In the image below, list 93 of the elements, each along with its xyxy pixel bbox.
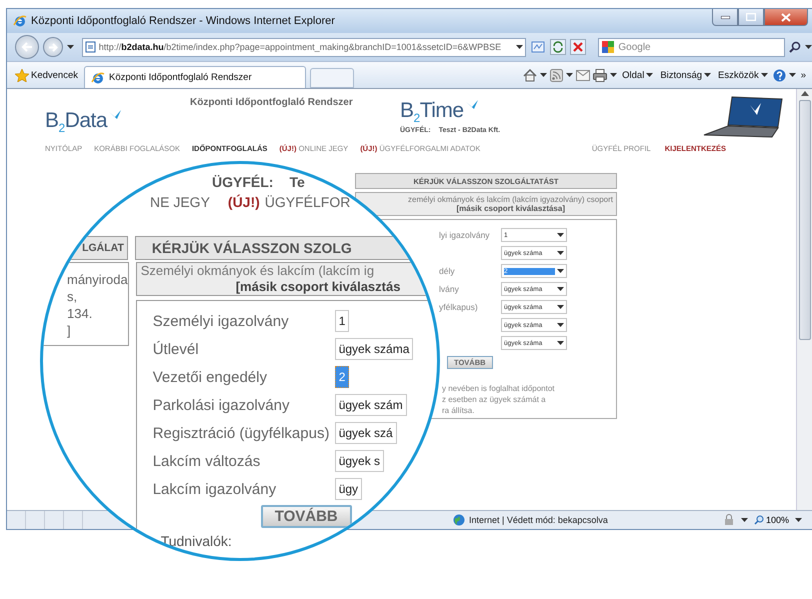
search-field[interactable]: Google <box>598 38 785 56</box>
close-icon[interactable] <box>570 39 586 55</box>
info-text: y nevében is foglalhat időpontot <box>442 383 556 394</box>
change-group-link[interactable]: [másik csoport kiválasztás <box>140 279 437 295</box>
service-label: Parkolási igazolvány <box>152 396 290 414</box>
help-icon[interactable] <box>772 68 786 82</box>
caret-icon[interactable] <box>540 73 548 77</box>
caret-icon[interactable] <box>788 73 796 77</box>
service-label: Vezetői engedély <box>152 368 267 386</box>
count-dropdown[interactable]: ügyek szá <box>334 422 397 444</box>
close-icon <box>781 12 791 22</box>
nav-link[interactable]: (ÚJ!) ÜGYFÉLFOR <box>228 194 350 210</box>
caret-icon <box>557 305 564 309</box>
company-logo: B$_{2}$Data <box>45 109 108 136</box>
window-title: Központi Időpontfoglaló Rendszer - Windows Internet Explorer <box>31 15 335 27</box>
caret-icon <box>646 73 654 77</box>
change-group-link[interactable]: [másik csoport kiválasztása] <box>456 204 565 213</box>
search-icon[interactable] <box>788 41 801 53</box>
caret-icon <box>557 341 564 345</box>
caret-icon <box>557 251 564 255</box>
product-logo: B$_{2}$Time <box>400 99 464 126</box>
caret-icon <box>760 73 768 77</box>
browser-icon <box>13 14 27 28</box>
client-label: ÜGYFÉL: <box>212 174 274 190</box>
home-icon[interactable] <box>523 68 538 82</box>
nav-link[interactable]: NE JEGY <box>150 194 210 210</box>
service-label: Lakcím változás <box>152 452 260 470</box>
caret-icon[interactable] <box>566 73 574 77</box>
zoom-icon <box>754 515 764 525</box>
globe-icon <box>453 514 465 526</box>
caret-icon <box>557 287 564 291</box>
caret-icon[interactable] <box>516 45 524 49</box>
count-dropdown[interactable]: ügy <box>334 478 362 500</box>
refresh-icon[interactable] <box>550 39 566 55</box>
minimize-icon <box>720 16 730 18</box>
count-dropdown[interactable]: ügyek száma <box>334 338 414 360</box>
feed-icon[interactable] <box>550 68 564 82</box>
count-dropdown[interactable]: ügyek s <box>334 450 384 472</box>
browser-icon <box>91 70 106 84</box>
more-button[interactable]: » <box>798 65 808 85</box>
back-button[interactable] <box>15 35 39 59</box>
printer-icon[interactable] <box>593 68 608 82</box>
arrow-right-icon <box>48 42 58 52</box>
client-name: Te <box>289 174 305 190</box>
notes-title: Tudnivalók: <box>160 533 233 549</box>
page-icon <box>84 41 96 53</box>
office-text: mányiroda <box>67 271 128 288</box>
maximize-button[interactable] <box>738 9 764 26</box>
service-label: Személyi igazolvány <box>152 312 289 330</box>
service-label: Regisztráció (ügyfélkapus) <box>152 424 330 442</box>
group-title: zemélyi okmányok és lakcím (lakcím igyazolvány) csoport <box>408 195 613 204</box>
caret-icon <box>704 73 712 77</box>
lock-icon[interactable] <box>722 514 735 526</box>
service-label: Útlevél <box>152 340 199 358</box>
close-button[interactable] <box>764 9 808 26</box>
browser-tab[interactable]: Központi Időpontfoglaló Rendszer <box>84 66 306 88</box>
count-dropdown[interactable]: ügyek szám <box>334 394 407 416</box>
toolbar-menu[interactable]: Oldal <box>620 65 656 85</box>
up-arrow-icon[interactable] <box>800 91 808 96</box>
office-text: s, <box>67 288 78 305</box>
zoom-button[interactable]: 100% <box>754 515 789 525</box>
caret-icon[interactable] <box>804 45 812 49</box>
service-label: lyi igazolvány <box>439 230 491 240</box>
service-label: lvány <box>439 284 460 294</box>
maximize-icon <box>746 13 756 21</box>
favorites-button[interactable]: Kedvencek <box>13 65 80 85</box>
system-title: Központi Időpontfoglaló Rendszer <box>190 97 353 108</box>
minimize-button[interactable] <box>712 9 738 26</box>
arrow-left-icon <box>20 42 33 52</box>
caret-icon[interactable] <box>66 45 74 49</box>
service-label: yfélkapus) <box>439 302 479 312</box>
next-button[interactable]: TOVÁBB <box>260 505 352 528</box>
caret-icon[interactable] <box>740 518 748 522</box>
caret-icon <box>557 233 564 237</box>
star-icon <box>15 68 29 82</box>
caret-icon <box>557 269 564 273</box>
office-text: ] <box>67 322 72 339</box>
security-zone: Internet | Védett mód: bekapcsolva <box>469 515 608 525</box>
caret-icon <box>557 323 564 327</box>
caret-icon[interactable] <box>610 73 618 77</box>
address-field[interactable]: http://b2data.hu/b2time/index.php?page=appointment_making&branchID=1001&ssetcID=6&WPBSE <box>82 38 526 56</box>
service-label: Lakcím igazolvány <box>152 480 276 498</box>
scrollbar[interactable] <box>796 89 812 510</box>
toolbar-menu[interactable]: Eszközök <box>716 65 770 85</box>
group-title: Személyi okmányok és lakcím (lakcím ig <box>140 263 376 279</box>
service-label: dély <box>439 266 456 276</box>
toolbar-menu[interactable]: Biztonság <box>658 65 714 85</box>
office-text: 134. <box>67 305 94 322</box>
count-dropdown[interactable]: 1 <box>334 310 350 332</box>
caret-icon[interactable] <box>795 518 802 522</box>
colored-tiles-icon <box>601 40 616 54</box>
info-text: z esetben az ügyek számát a <box>442 394 547 405</box>
info-text: ra állítsa. <box>442 405 476 416</box>
